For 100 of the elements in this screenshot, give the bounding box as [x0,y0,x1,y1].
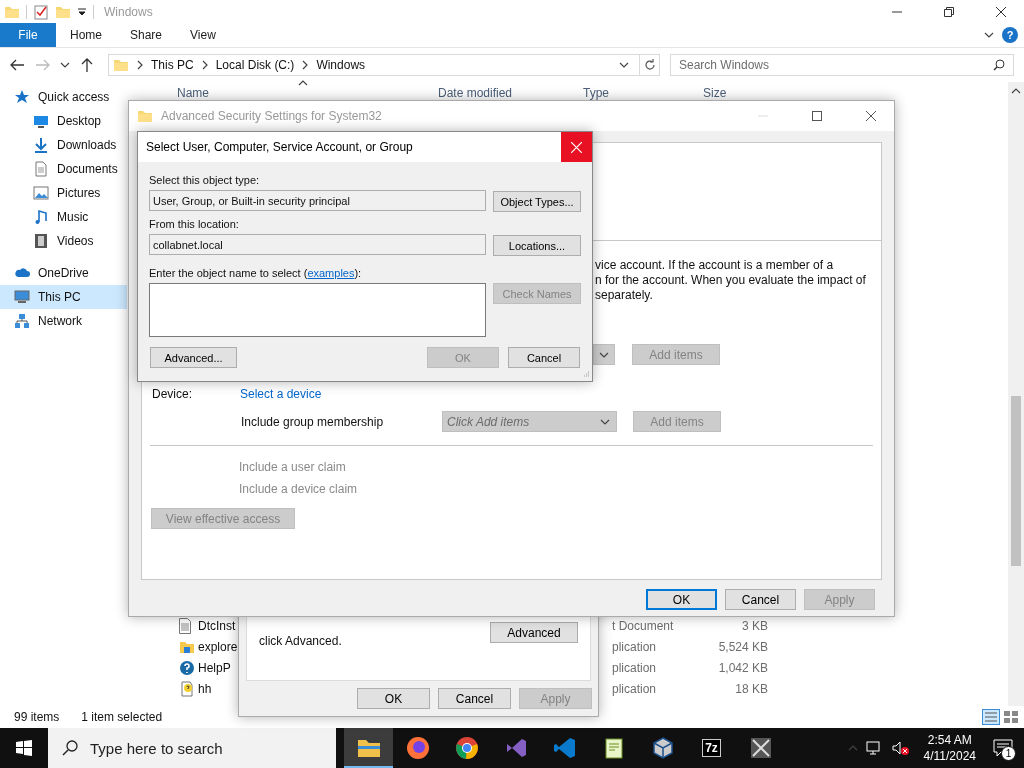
breadcrumb[interactable]: Local Disk (C:) [215,58,295,72]
tool-icon [748,736,773,760]
object-name-field[interactable] [149,283,486,337]
expand-ribbon-icon [984,30,994,40]
nav-item[interactable]: This PC [0,285,127,309]
windows-logo-icon [16,740,32,756]
file-name[interactable]: explore [198,639,238,654]
nav-item[interactable]: Desktop [0,109,127,133]
clock-time[interactable]: 2:54 AM [927,732,972,748]
large-icons-view-icon [1002,709,1020,725]
search-icon [993,59,1005,71]
search-icon [62,740,78,756]
taskbar-app[interactable] [344,728,393,768]
back-arrow-icon [10,59,24,71]
nav-item[interactable]: Documents [0,157,127,181]
nav-item[interactable]: Network [0,309,127,333]
instruction-text: click Advanced. [259,634,343,648]
file-name[interactable]: DtcInst [198,618,236,633]
status-text: 1 item selected [81,710,163,724]
folder-icon [137,108,153,124]
locations-button[interactable]: Locations... [493,235,581,256]
dialog-button[interactable]: Cancel [508,347,580,368]
file-size: 1,042 KB [717,660,768,675]
scroll-thumb[interactable] [1011,396,1021,566]
file-type: t Document [612,618,675,633]
field-label: From this location: [149,217,240,231]
close-icon [571,141,582,153]
advanced-button[interactable]: Advanced [490,622,578,643]
object-type-field: User, Group, or Built-in security principal [149,190,486,211]
help-icon [179,659,195,676]
notification-button[interactable]: 1 [990,735,1016,761]
file-size: 18 KB [734,681,768,696]
close-icon [996,6,1006,17]
resize-grip-icon [582,371,590,379]
search-field[interactable]: Search Windows [670,54,1014,76]
window-title: Advanced Security Settings for System32 [161,109,383,123]
browser-icon [454,736,479,760]
object-types-button[interactable]: Object Types... [493,191,581,212]
file-name[interactable]: hh [198,681,212,696]
download-icon [33,137,49,153]
file-size: 3 KB [741,618,768,633]
pictures-icon [33,185,49,201]
forward-arrow-icon [36,59,50,71]
folder-icon [356,737,381,759]
column-header[interactable]: Date modified [438,86,583,100]
details-view-icon [982,709,1000,725]
scrollbar[interactable] [1008,82,1024,706]
dialog-button[interactable]: OK [646,589,717,610]
field-label: Device: [152,386,193,401]
scroll-up-icon [1011,86,1021,96]
clock-date[interactable]: 4/11/2024 [923,748,976,764]
close-button[interactable] [561,132,592,162]
nav-item[interactable]: Pictures [0,181,127,205]
file-type: plication [612,639,658,654]
close-icon [866,111,876,121]
column-header[interactable]: Name [177,86,438,100]
field-label: Select this object type: [149,173,261,187]
nav-item[interactable]: Music [0,205,127,229]
music-note-icon [33,209,49,225]
file-name[interactable]: HelpP [198,660,231,675]
breadcrumb[interactable]: Windows [316,58,366,72]
refresh-button[interactable] [640,54,660,76]
description-text: separately. [595,288,654,303]
code-editor-icon [552,736,577,760]
help-file-icon [179,680,195,697]
breadcrumb[interactable]: This PC [151,58,194,72]
ribbon-tab[interactable]: View [176,23,230,47]
column-header[interactable]: Type [583,86,703,100]
properties-icon [33,3,49,20]
nav-item[interactable]: OneDrive [0,261,127,285]
nav-item[interactable]: Quick access [0,85,127,109]
ribbon-tab[interactable]: Share [116,23,177,47]
dialog-button[interactable]: Cancel [725,589,796,610]
notification-count: 1 [1001,746,1016,761]
dialog-button[interactable]: Cancel [438,688,511,709]
dialog-button[interactable]: OK [357,688,430,709]
dialog-button[interactable]: Advanced... [150,347,237,368]
window-title: Windows [104,4,154,19]
up-arrow-icon [81,58,93,72]
ribbon-tab[interactable]: File [0,23,56,47]
text-file-icon [179,617,191,634]
taskbar-search-field[interactable]: Type here to search [48,728,336,768]
caret-icon [60,60,70,70]
file-type: plication [612,681,658,696]
refresh-icon [643,59,656,71]
taskbar-app[interactable]: 7z [687,728,736,768]
file-type: plication [612,660,658,675]
nav-item[interactable]: Downloads [0,133,127,157]
message-icon [993,739,1013,757]
maximize-icon [812,111,822,121]
desktop-icon [33,113,49,129]
ribbon-tab[interactable]: Home [56,23,116,47]
folder-icon [113,57,129,73]
nav-item[interactable]: Videos [0,229,127,253]
address-bar[interactable]: This PC Local Disk (C:) Windows [108,54,640,76]
help-button[interactable]: ? [1002,27,1018,43]
location-field: collabnet.local [149,234,486,255]
examples-link[interactable]: examples [307,267,355,279]
select-device-link[interactable]: Select a device [240,386,322,401]
column-header[interactable]: Size [703,86,793,100]
